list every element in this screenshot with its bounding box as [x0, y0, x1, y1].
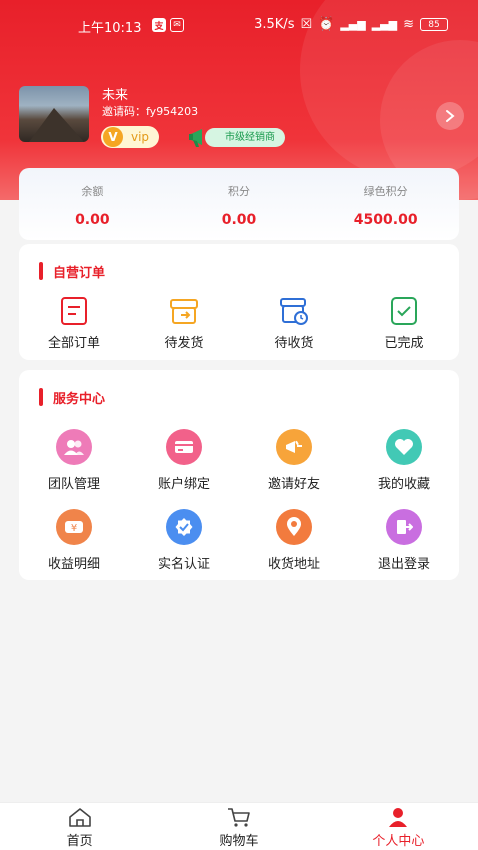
team-icon [56, 429, 92, 465]
income-icon: ¥ [56, 509, 92, 545]
mute-icon: ☒ [300, 17, 313, 32]
username: 未来 [102, 88, 129, 103]
order-to-receive[interactable]: 待收货 [239, 294, 349, 351]
order-label: 已完成 [384, 336, 424, 351]
service-label: 收货地址 [267, 557, 320, 572]
dealer-label: 市级经销商 [225, 132, 275, 143]
service-favorites[interactable]: 我的收藏 [349, 426, 459, 506]
service-label: 我的收藏 [377, 477, 430, 492]
order-all[interactable]: 全部订单 [19, 294, 129, 351]
tab-cart[interactable]: 购物车 [159, 803, 318, 850]
stat-value: 0.00 [221, 212, 257, 228]
service-account-binding[interactable]: 账户绑定 [129, 426, 239, 506]
verify-icon [166, 509, 202, 545]
services-card: 服务中心 团队管理 账户绑定 邀请好友 我的收藏 ¥ 收益明细 实名认证 收货地… [19, 370, 459, 580]
vip-label: vip [131, 130, 150, 144]
order-label: 待收货 [274, 336, 314, 351]
service-address[interactable]: 收货地址 [239, 506, 349, 586]
stat-balance[interactable]: 余额 0.00 [19, 168, 166, 240]
order-to-ship[interactable]: 待发货 [129, 294, 239, 351]
app-icon: ✉ [170, 18, 184, 32]
orders-card: 自营订单 全部订单 待发货 待收货 已完成 [19, 244, 459, 360]
service-label: 账户绑定 [157, 477, 210, 492]
service-team[interactable]: 团队管理 [19, 426, 129, 506]
service-verification[interactable]: 实名认证 [129, 506, 239, 586]
order-completed[interactable]: 已完成 [349, 294, 459, 351]
status-bar: 上午10:13 支 ✉ 3.5K/s ☒ ⏰ ▂▄▆ ▂▄▆ ≋ 85 [0, 0, 478, 52]
service-label: 团队管理 [47, 477, 100, 492]
status-indicators: 3.5K/s ☒ ⏰ ▂▄▆ ▂▄▆ ≋ 85 [254, 17, 448, 32]
dealer-badge: 市级经销商 [205, 128, 285, 147]
order-grid: 全部订单 待发货 待收货 已完成 [19, 294, 459, 351]
services-title: 服务中心 [39, 388, 105, 407]
tab-profile[interactable]: 个人中心 [319, 803, 478, 850]
stat-label: 积分 [228, 185, 250, 198]
profile-arrow-button[interactable] [436, 102, 464, 130]
battery-icon: 85 [420, 18, 448, 31]
avatar-mountain [29, 108, 84, 142]
stat-green-points[interactable]: 绿色积分 4500.00 [312, 168, 459, 240]
vip-icon: V [103, 127, 123, 147]
tab-home[interactable]: 首页 [0, 803, 159, 850]
alarm-icon: ⏰ [318, 17, 335, 32]
user-icon [389, 808, 408, 827]
megaphone-icon [189, 129, 202, 147]
stat-value: 0.00 [75, 212, 110, 228]
alipay-icon: 支 [152, 18, 166, 32]
stats-card: 余额 0.00 积分 0.00 绿色积分 4500.00 [19, 168, 459, 240]
signal-icon: ▂▄▆ [340, 18, 366, 31]
service-label: 收益明细 [47, 557, 100, 572]
service-grid: 团队管理 账户绑定 邀请好友 我的收藏 ¥ 收益明细 实名认证 收货地址 退出登… [19, 426, 459, 586]
cart-icon [227, 808, 250, 827]
tab-label: 购物车 [219, 834, 259, 849]
logout-icon [386, 509, 422, 545]
stat-value: 4500.00 [353, 212, 418, 228]
tab-label: 首页 [66, 834, 93, 849]
orders-title: 自营订单 [39, 262, 105, 281]
vip-badge: V vip [101, 126, 160, 148]
order-label: 待发货 [164, 336, 204, 351]
completed-icon [391, 297, 417, 325]
tab-label: 个人中心 [372, 834, 425, 849]
bottom-tab-bar: 首页 购物车 个人中心 [0, 802, 478, 850]
service-label: 实名认证 [157, 557, 210, 572]
megaphone-icon [276, 429, 312, 465]
stat-points[interactable]: 积分 0.00 [166, 168, 313, 240]
heart-icon [386, 429, 422, 465]
stat-label: 余额 [81, 185, 104, 198]
to-receive-icon [280, 298, 308, 325]
stat-label: 绿色积分 [363, 185, 408, 198]
all-orders-icon [61, 297, 87, 325]
network-speed: 3.5K/s [254, 17, 295, 32]
status-time: 上午10:13 [78, 21, 142, 36]
invite-code: 邀请码：fy954203 [102, 105, 199, 118]
card-icon [166, 429, 202, 465]
signal-icon: ▂▄▆ [371, 18, 398, 31]
service-logout[interactable]: 退出登录 [349, 506, 459, 586]
location-icon [276, 509, 312, 545]
order-label: 全部订单 [47, 336, 100, 351]
service-label: 邀请好友 [267, 477, 320, 492]
wifi-icon: ≋ [403, 17, 414, 32]
service-invite-friends[interactable]: 邀请好友 [239, 426, 349, 506]
service-label: 退出登录 [377, 557, 430, 572]
service-income-details[interactable]: ¥ 收益明细 [19, 506, 129, 586]
home-icon [68, 808, 91, 827]
to-ship-icon [170, 299, 198, 324]
avatar[interactable] [19, 86, 89, 142]
status-app-icons: 支 ✉ [152, 18, 184, 32]
battery-level: 85 [428, 19, 440, 30]
chevron-right-icon [446, 110, 455, 122]
svg-text:¥: ¥ [71, 523, 77, 534]
